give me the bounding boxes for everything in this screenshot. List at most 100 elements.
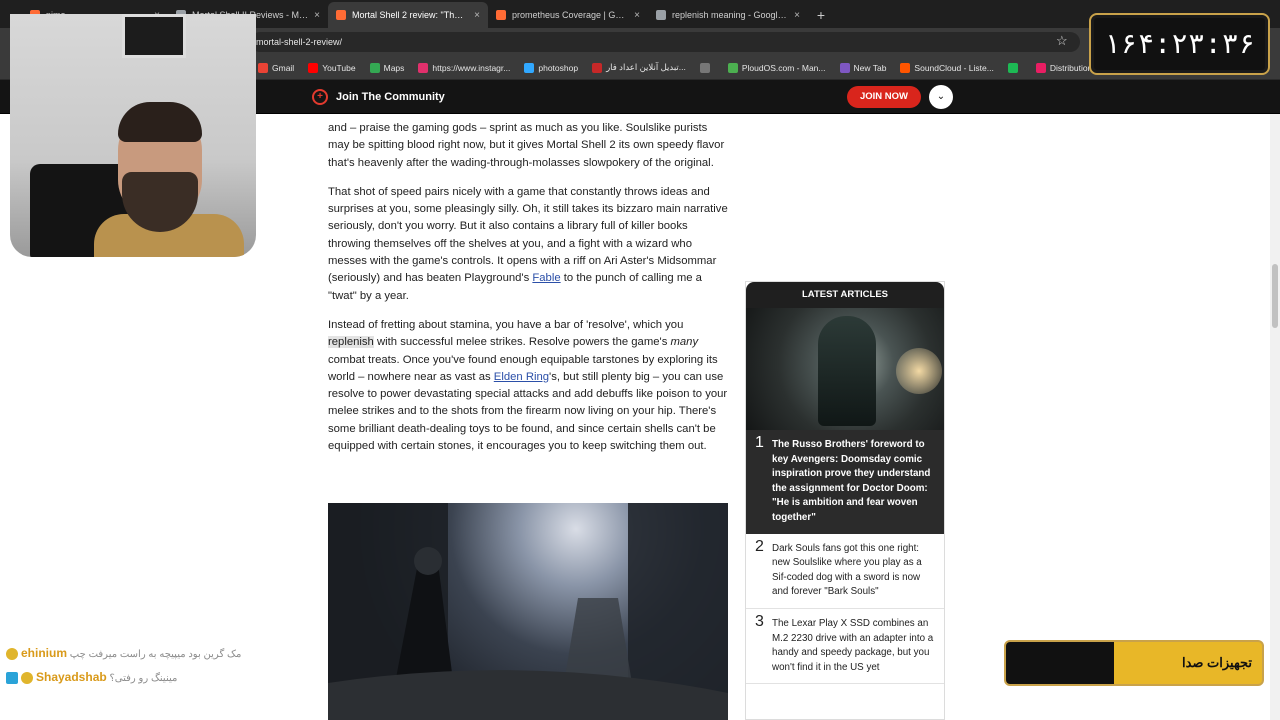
article-paragraph: and – praise the gaming gods – sprint as… [328,120,728,172]
latest-article-item[interactable]: 3 The Lexar Play X SSD combines an M.2 2… [746,609,944,685]
bookmark-label: SoundCloud - Liste... [914,62,994,73]
latest-articles-widget: LATEST ARTICLES 1 The Russo Brothers' fo… [745,281,945,720]
page-scrollbar[interactable] [1270,114,1280,720]
bookmark-item[interactable]: https://www.instagr... [418,62,511,73]
bookmark-favicon-icon [258,62,268,73]
bookmark-label: Gmail [272,62,295,73]
article-body: and – praise the gaming gods – sprint as… [328,114,728,467]
item-title: Dark Souls fans got this one right: new … [772,542,922,598]
bookmark-item[interactable]: تبدیل آنلاین اعداد فار... [592,62,686,73]
bookmark-favicon-icon [524,62,535,73]
chat-message: Shayadshab مینینگ رو رفتی؟ [6,670,246,686]
bookmark-favicon-icon [418,62,429,73]
chat-username: ehinium [21,646,68,660]
join-community-link[interactable]: + Join The Community [312,89,445,105]
wall-frame-illustration [122,14,186,58]
article-screenshot-image [328,503,728,720]
bookmark-label: New Tab [853,62,887,73]
latest-article-item[interactable]: 1 The Russo Brothers' foreword to key Av… [746,430,944,534]
paragraph-text: Instead of fretting about stamina, you h… [328,318,684,331]
screen: nimo ...... ...... ..... × Mortal Shell … [0,0,1280,720]
sponsor-text: تجهیزات صدا [1181,655,1252,670]
bookmark-favicon-icon [699,62,710,73]
chat-overlay: ehinium مک گرین بود میپیچه به راست میرفت… [6,646,246,694]
latest-article-image[interactable] [746,308,944,430]
bookmark-item[interactable]: New Tab [839,62,887,73]
new-tab-button[interactable]: + [808,2,834,28]
tab-title: replenish meaning - Google Se [672,10,789,20]
community-label: Join The Community [336,91,445,103]
tab-favicon-icon [656,10,666,20]
join-now-button[interactable]: JOIN NOW [847,86,921,108]
browser-tab-5[interactable]: replenish meaning - Google Se × [648,2,808,28]
bookmark-label: Maps [383,62,405,73]
latest-articles-heading: LATEST ARTICLES [746,282,944,308]
bookmark-item[interactable]: SoundCloud - Liste... [900,62,994,73]
tab-favicon-icon [496,10,506,20]
user-badge-icon [21,672,33,685]
paragraph-text: That shot of speed pairs nicely with a g… [328,185,728,285]
article-paragraph: That shot of speed pairs nicely with a g… [328,184,728,305]
browser-tab-active[interactable]: Mortal Shell 2 review: "The best × [328,2,488,28]
browser-tab-4[interactable]: prometheus Coverage | GamesI × [488,2,648,28]
plus-circle-icon: + [312,89,328,105]
bookmark-item[interactable]: PloudOS.com - Man... [727,62,826,73]
light-glow-illustration [896,348,942,394]
tab-title: prometheus Coverage | GamesI [512,10,629,20]
close-tab-icon[interactable]: × [474,10,480,21]
close-tab-icon[interactable]: × [634,10,640,21]
bookmark-label: PloudOS.com - Man... [741,62,826,73]
bookmark-favicon-icon [308,62,319,73]
paragraph-text: and – praise the gaming gods – sprint as… [328,122,725,169]
highlighted-word: replenish [328,336,374,349]
bookmark-item[interactable]: photoshop [524,62,579,73]
bookmark-label: YouTube [322,62,356,73]
bookmark-label: تبدیل آنلاین اعداد فار... [606,62,686,72]
bookmark-favicon-icon [900,62,911,73]
bookmark-item[interactable]: Gmail [258,62,295,73]
chat-text: مک گرین بود میپیچه به راست میرفت چپ [69,649,242,660]
url-field[interactable]: mortal-shell-2-review/ [250,32,1080,52]
bookmark-favicon-icon [839,62,850,73]
close-tab-icon[interactable]: × [314,10,320,21]
game-scene-illustration [328,503,728,720]
article-paragraph: Instead of fretting about stamina, you h… [328,317,728,455]
bookmark-favicon-icon [727,62,738,73]
item-title: The Russo Brothers' foreword to key Aven… [772,439,931,523]
bookmark-item[interactable] [699,62,714,73]
latest-article-item[interactable]: 2 Dark Souls fans got this one right: ne… [746,534,944,609]
item-number: 1 [755,434,764,451]
tab-title: Mortal Shell 2 review: "The best [352,10,469,20]
paragraph-text: with successful melee strikes. Resolve p… [373,336,671,349]
bookmark-favicon-icon [1007,62,1018,73]
elden-ring-link[interactable]: Elden Ring [494,371,549,383]
user-badge-icon [6,648,18,661]
fable-link[interactable]: Fable [532,272,560,284]
item-number: 3 [755,612,764,630]
bookmark-favicon-icon [369,62,380,73]
tab-favicon-icon [336,10,346,20]
bookmark-item[interactable]: YouTube [308,62,356,73]
sponsor-banner: تجهیزات صدا [1004,640,1264,686]
chevron-down-icon[interactable]: ⌄ [929,85,953,109]
bookmark-label: photoshop [538,62,579,73]
user-badge-icon [6,672,18,685]
close-tab-icon[interactable]: × [794,10,800,21]
paragraph-text: 's, but still plenty big – you can use r… [328,370,728,453]
item-title: The Lexar Play X SSD combines an M.2 223… [772,617,934,673]
hooded-figure-illustration [818,316,876,426]
bookmark-favicon-icon [592,62,603,73]
stream-timer: ۱۶۴:۲۳:۳۶ [1089,13,1270,75]
chat-text: مینینگ رو رفتی؟ [109,673,178,684]
bookmark-star-icon[interactable]: ☆ [1056,33,1068,49]
bookmark-item[interactable] [1007,62,1022,73]
item-number: 2 [755,537,764,555]
bookmark-favicon-icon [1035,62,1046,73]
chat-message: ehinium مک گرین بود میپیچه به راست میرفت… [6,646,246,662]
bookmark-item[interactable]: Maps [369,62,405,73]
chat-username: Shayadshab [36,670,107,684]
bookmark-label: https://www.instagr... [432,62,511,73]
scrollbar-thumb[interactable] [1272,264,1278,328]
hair-illustration [118,102,202,142]
emphasis-text: many [670,336,699,349]
